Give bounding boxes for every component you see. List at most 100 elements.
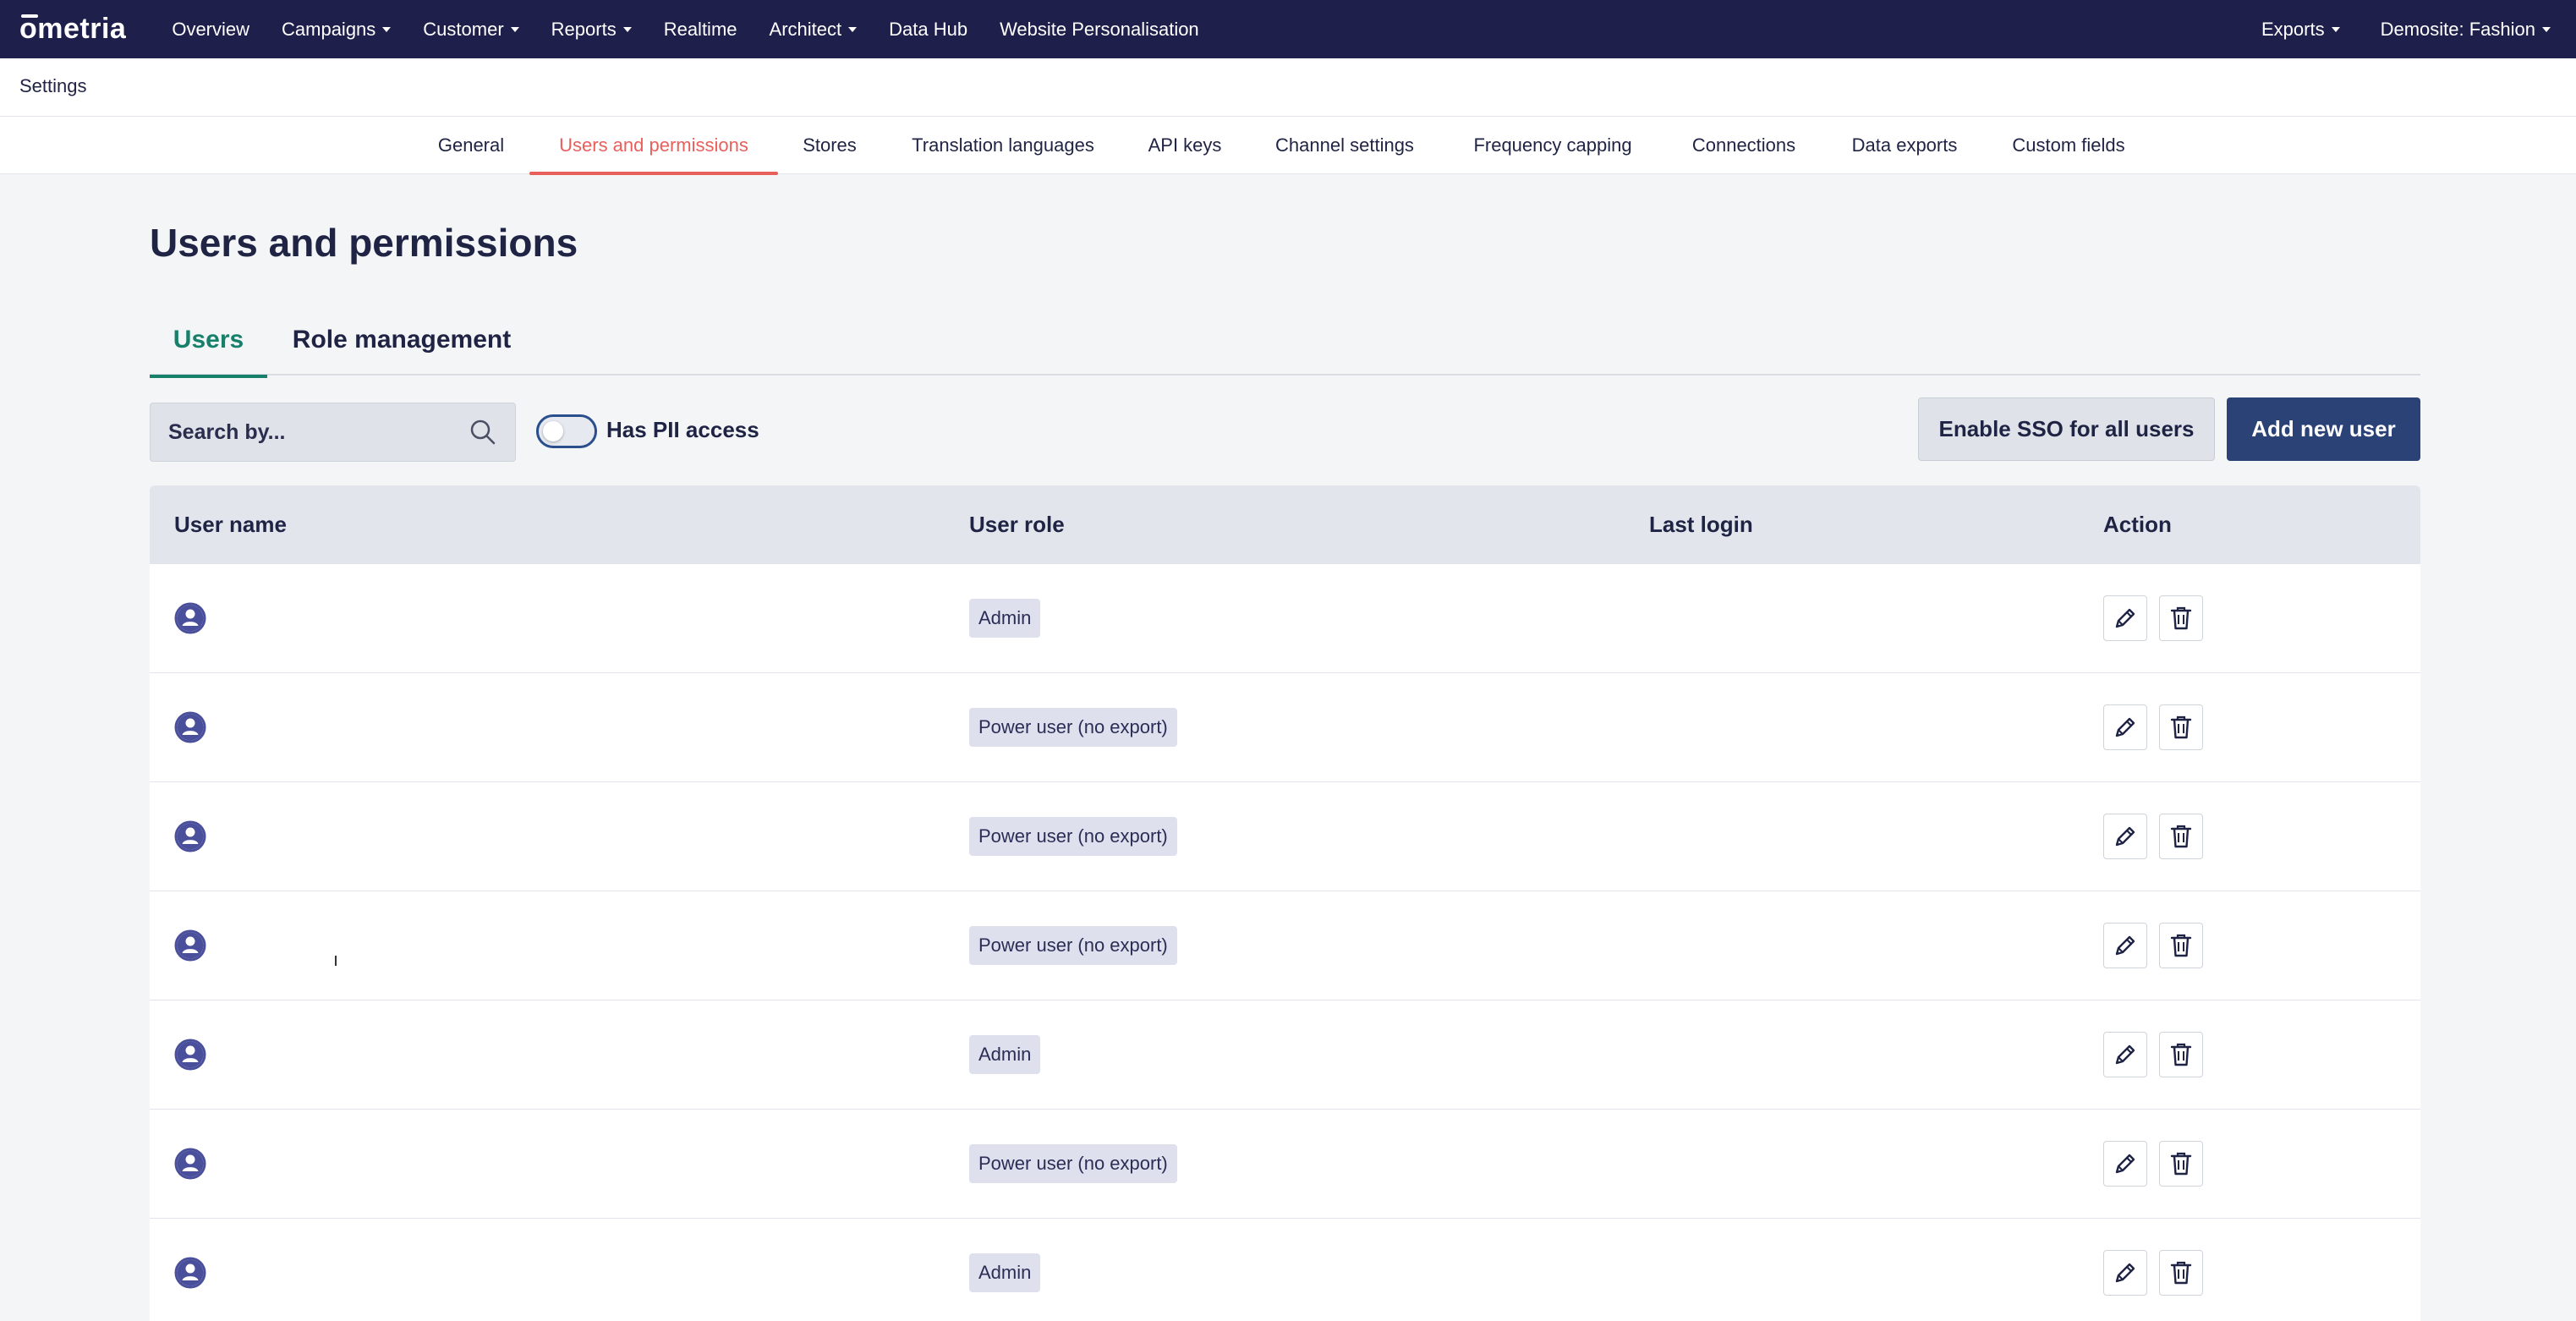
tab-users[interactable]: Users <box>150 304 267 378</box>
pii-access-toggle[interactable] <box>536 414 597 448</box>
user-role-cell: Admin <box>969 564 1041 672</box>
delete-user-button[interactable] <box>2159 704 2203 750</box>
user-avatar-icon <box>174 1039 206 1071</box>
edit-user-button[interactable] <box>2103 1141 2147 1187</box>
column-last-login[interactable]: Last login <box>1649 485 1753 564</box>
search-box <box>150 403 516 462</box>
tab-role-management[interactable]: Role management <box>287 304 517 375</box>
edit-user-button[interactable] <box>2103 704 2147 750</box>
table-row: Power user (no export) <box>150 891 2420 1000</box>
user-role-cell: Admin <box>969 1000 1041 1109</box>
nav-label: Demosite: Fashion <box>2380 18 2535 40</box>
search-input[interactable] <box>151 403 466 461</box>
subnav-general[interactable]: General <box>425 117 517 174</box>
trash-icon <box>2170 1152 2192 1176</box>
subnav-api-keys[interactable]: API keys <box>1137 117 1232 174</box>
edit-user-button[interactable] <box>2103 1250 2147 1296</box>
trash-icon <box>2170 1043 2192 1066</box>
action-cell <box>2103 1110 2215 1218</box>
caret-down-icon <box>622 26 632 32</box>
nav-architect[interactable]: Architect <box>770 19 858 41</box>
pencil-icon <box>2115 826 2135 847</box>
column-user-role[interactable]: User role <box>969 485 1065 564</box>
nav-data-hub[interactable]: Data Hub <box>889 19 967 41</box>
subnav-channel-settings[interactable]: Channel settings <box>1258 117 1431 174</box>
nav-reports[interactable]: Reports <box>551 19 632 41</box>
top-navigation-bar: ometria Overview Campaigns Customer Reports… <box>0 0 2576 58</box>
table-row: Power user (no export) <box>150 673 2420 782</box>
action-cell <box>2103 564 2215 672</box>
edit-user-button[interactable] <box>2103 595 2147 641</box>
delete-user-button[interactable] <box>2159 1032 2203 1077</box>
edit-user-button[interactable] <box>2103 1032 2147 1077</box>
caret-down-icon <box>2331 26 2340 32</box>
subnav-custom-fields[interactable]: Custom fields <box>1998 117 2140 174</box>
nav-label: Realtime <box>663 18 737 40</box>
action-cell <box>2103 891 2215 1000</box>
nav-label: Data Hub <box>889 18 968 40</box>
trash-icon <box>2170 934 2192 957</box>
user-avatar-icon <box>174 820 206 852</box>
table-row: Admin <box>150 1000 2420 1110</box>
trash-icon <box>2170 715 2192 739</box>
table-row: Admin <box>150 564 2420 673</box>
user-name-cell <box>174 1110 206 1218</box>
role-badge: Power user (no export) <box>969 1144 1177 1183</box>
users-table: User name User role Last login Action Ad… <box>150 485 2420 1321</box>
settings-title: Settings <box>19 75 87 96</box>
search-icon[interactable] <box>466 419 500 446</box>
pencil-icon <box>2115 1154 2135 1174</box>
delete-user-button[interactable] <box>2159 595 2203 641</box>
nav-exports[interactable]: Exports <box>2261 19 2340 41</box>
edit-user-button[interactable] <box>2103 923 2147 968</box>
ometria-logo[interactable]: ometria <box>19 13 126 46</box>
caret-down-icon <box>382 26 392 32</box>
delete-user-button[interactable] <box>2159 923 2203 968</box>
nav-realtime[interactable]: Realtime <box>664 19 737 41</box>
subnav-connections[interactable]: Connections <box>1675 117 1812 174</box>
subnav-translation-languages[interactable]: Translation languages <box>891 117 1115 174</box>
nav-overview[interactable]: Overview <box>172 19 249 41</box>
page-title: Users and permissions <box>150 221 578 265</box>
nav-label: Architect <box>769 18 842 40</box>
user-name-cell <box>174 564 206 672</box>
user-name-cell <box>174 891 206 1000</box>
subnav-frequency-capping[interactable]: Frequency capping <box>1457 117 1648 174</box>
role-badge: Power user (no export) <box>969 708 1177 747</box>
table-row: Power user (no export) <box>150 1110 2420 1219</box>
enable-sso-button[interactable]: Enable SSO for all users <box>1918 397 2215 461</box>
user-role-cell: Power user (no export) <box>969 782 1177 891</box>
nav-customer[interactable]: Customer <box>423 19 519 41</box>
user-avatar-icon <box>174 711 206 743</box>
nav-campaigns[interactable]: Campaigns <box>282 18 392 41</box>
pii-access-label: Has PII access <box>606 417 759 442</box>
action-cell <box>2103 1219 2215 1321</box>
column-user-name[interactable]: User name <box>174 485 287 564</box>
user-role-cell: Power user (no export) <box>969 891 1177 1000</box>
delete-user-button[interactable] <box>2159 1250 2203 1296</box>
role-badge: Admin <box>969 599 1041 638</box>
role-badge: Power user (no export) <box>969 926 1177 965</box>
trash-icon <box>2170 606 2192 630</box>
user-role-cell: Admin <box>969 1219 1041 1321</box>
add-new-user-button[interactable]: Add new user <box>2227 397 2420 461</box>
trash-icon <box>2170 825 2192 848</box>
action-cell <box>2103 673 2215 781</box>
table-row: Power user (no export) <box>150 782 2420 891</box>
nav-label: Reports <box>551 18 617 40</box>
user-name-cell <box>174 1219 206 1321</box>
subnav-data-exports[interactable]: Data exports <box>1837 117 1972 174</box>
nav-label: Campaigns <box>282 18 376 40</box>
role-badge: Admin <box>969 1253 1041 1292</box>
nav-demosite-fashion[interactable]: Demosite: Fashion <box>2381 19 2551 41</box>
nav-website-personalisation[interactable]: Website Personalisation <box>1000 19 1199 41</box>
subnav-users-and-permissions[interactable]: Users and permissions <box>529 117 778 175</box>
users-tabs: Users Role management <box>150 304 2420 378</box>
edit-user-button[interactable] <box>2103 814 2147 859</box>
pencil-icon <box>2115 717 2135 737</box>
delete-user-button[interactable] <box>2159 1141 2203 1187</box>
subnav-stores[interactable]: Stores <box>790 117 869 174</box>
role-badge: Admin <box>969 1035 1041 1074</box>
delete-user-button[interactable] <box>2159 814 2203 859</box>
user-avatar-icon <box>174 929 206 962</box>
